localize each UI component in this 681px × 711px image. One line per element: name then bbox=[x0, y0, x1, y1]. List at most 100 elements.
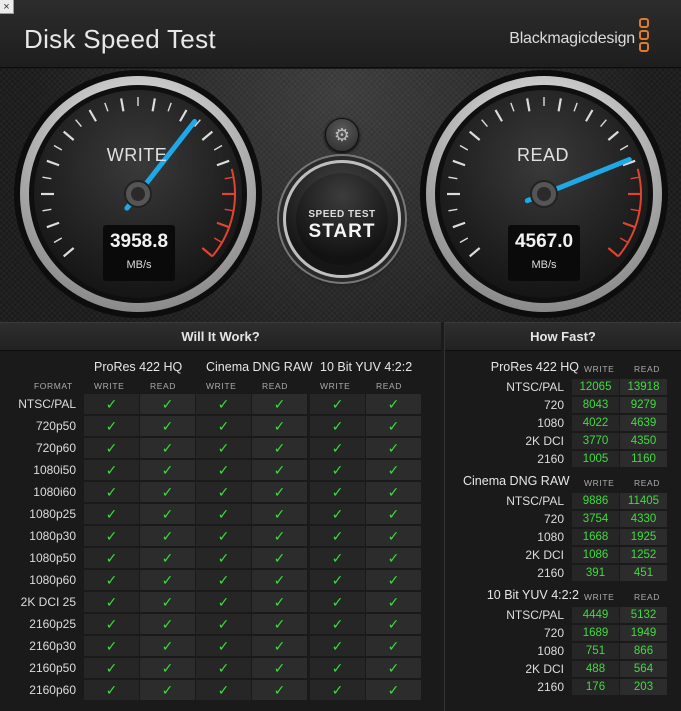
check-mark-icon: ✓ bbox=[196, 504, 251, 524]
read-speed-value: 4567.0 bbox=[514, 231, 574, 252]
check-mark-icon: ✓ bbox=[84, 504, 139, 524]
check-mark-icon: ✓ bbox=[310, 570, 365, 590]
write-gauge-hub-center bbox=[131, 187, 145, 201]
format-row-label: 720p60 bbox=[35, 441, 76, 455]
write-fps-value: 3770 bbox=[572, 433, 619, 449]
format-row-label: 2160p60 bbox=[29, 683, 76, 697]
check-mark-icon: ✓ bbox=[84, 636, 139, 656]
check-mark-icon: ✓ bbox=[252, 592, 307, 612]
resolution-label: 2K DCI bbox=[525, 662, 564, 676]
check-mark-icon: ✓ bbox=[196, 636, 251, 656]
check-mark-icon: ✓ bbox=[196, 394, 251, 414]
read-fps-value: 9279 bbox=[620, 397, 667, 413]
check-mark-icon: ✓ bbox=[310, 680, 365, 700]
check-mark-icon: ✓ bbox=[196, 592, 251, 612]
check-mark-icon: ✓ bbox=[140, 592, 195, 612]
write-fps-value: 1668 bbox=[572, 529, 619, 545]
how-fast-title: How Fast? bbox=[445, 323, 681, 351]
start-button[interactable]: SPEED TEST START bbox=[283, 160, 401, 278]
read-fps-value: 4350 bbox=[620, 433, 667, 449]
read-fps-value: 1949 bbox=[620, 625, 667, 641]
check-mark-icon: ✓ bbox=[252, 614, 307, 634]
write-readout: 3958.8 MB/s bbox=[103, 225, 175, 281]
check-mark-icon: ✓ bbox=[310, 504, 365, 524]
check-mark-icon: ✓ bbox=[252, 438, 307, 458]
read-gauge-label: READ bbox=[516, 145, 569, 165]
resolution-label: NTSC/PAL bbox=[506, 494, 564, 508]
check-mark-icon: ✓ bbox=[366, 504, 421, 524]
check-mark-icon: ✓ bbox=[196, 438, 251, 458]
will-it-work-panel: Will It Work? ProRes 422 HQ WRITE READ Cine… bbox=[0, 322, 441, 711]
write-fps-value: 8043 bbox=[572, 397, 619, 413]
check-mark-icon: ✓ bbox=[196, 658, 251, 678]
check-mark-icon: ✓ bbox=[84, 570, 139, 590]
read-fps-value: 4639 bbox=[620, 415, 667, 431]
write-column-header: WRITE bbox=[584, 364, 615, 374]
check-mark-icon: ✓ bbox=[196, 680, 251, 700]
check-mark-icon: ✓ bbox=[84, 680, 139, 700]
read-gauge bbox=[420, 70, 668, 318]
format-group-title: 10 Bit YUV 4:2:2 bbox=[320, 360, 413, 374]
check-mark-icon: ✓ bbox=[366, 460, 421, 480]
check-mark-icon: ✓ bbox=[310, 416, 365, 436]
check-mark-icon: ✓ bbox=[366, 570, 421, 590]
read-column-header: READ bbox=[634, 592, 661, 602]
check-mark-icon: ✓ bbox=[366, 482, 421, 502]
format-row-label: 1080i60 bbox=[33, 485, 76, 499]
check-mark-icon: ✓ bbox=[366, 636, 421, 656]
read-fps-value: 866 bbox=[620, 643, 667, 659]
check-mark-icon: ✓ bbox=[252, 570, 307, 590]
format-row-label: 720p50 bbox=[35, 419, 76, 433]
check-mark-icon: ✓ bbox=[84, 526, 139, 546]
write-column-header: WRITE bbox=[206, 381, 237, 391]
write-fps-value: 9886 bbox=[572, 493, 619, 509]
check-mark-icon: ✓ bbox=[140, 570, 195, 590]
settings-button[interactable]: ⚙ bbox=[325, 118, 359, 152]
read-fps-value: 203 bbox=[620, 679, 667, 695]
read-speed-unit: MB/s bbox=[531, 259, 557, 271]
will-it-work-table: ProRes 422 HQ WRITE READ Cinema DNG RAW WRIT… bbox=[0, 352, 441, 711]
close-icon[interactable]: × bbox=[0, 0, 14, 14]
format-row-label: 2K DCI 25 bbox=[20, 595, 76, 609]
resolution-label: 2160 bbox=[537, 566, 564, 580]
check-mark-icon: ✓ bbox=[140, 658, 195, 678]
check-mark-icon: ✓ bbox=[84, 548, 139, 568]
write-fps-value: 488 bbox=[572, 661, 619, 677]
read-fps-value: 451 bbox=[620, 565, 667, 581]
title-bar: × Disk Speed Test Blackmagicdesign bbox=[0, 0, 681, 68]
check-mark-icon: ✓ bbox=[252, 658, 307, 678]
check-mark-icon: ✓ bbox=[252, 394, 307, 414]
write-fps-value: 391 bbox=[572, 565, 619, 581]
write-fps-value: 3754 bbox=[572, 511, 619, 527]
check-mark-icon: ✓ bbox=[84, 416, 139, 436]
check-mark-icon: ✓ bbox=[140, 460, 195, 480]
gear-icon: ⚙ bbox=[333, 125, 351, 145]
resolution-label: 720 bbox=[543, 626, 564, 640]
format-row-label: 1080p25 bbox=[29, 507, 76, 521]
check-mark-icon: ✓ bbox=[366, 658, 421, 678]
resolution-label: 2160 bbox=[537, 680, 564, 694]
read-readout: 4567.0 MB/s bbox=[508, 225, 580, 281]
check-mark-icon: ✓ bbox=[84, 460, 139, 480]
start-button-caption: SPEED TEST bbox=[308, 209, 376, 220]
start-button-label: START bbox=[308, 221, 376, 242]
format-row-label: 2160p30 bbox=[29, 639, 76, 653]
check-mark-icon: ✓ bbox=[310, 592, 365, 612]
write-column-header: WRITE bbox=[320, 381, 351, 391]
write-fps-value: 1086 bbox=[572, 547, 619, 563]
format-group-title: Cinema DNG RAW bbox=[206, 360, 313, 374]
write-fps-value: 4449 bbox=[572, 607, 619, 623]
check-mark-icon: ✓ bbox=[252, 460, 307, 480]
read-fps-value: 1252 bbox=[620, 547, 667, 563]
read-column-header: READ bbox=[262, 381, 289, 391]
check-mark-icon: ✓ bbox=[140, 438, 195, 458]
check-mark-icon: ✓ bbox=[140, 636, 195, 656]
read-column-header: READ bbox=[150, 381, 177, 391]
how-fast-panel: How Fast? ProRes 422 HQ WRITE READ NTSC/PAL… bbox=[444, 322, 681, 711]
write-fps-value: 12065 bbox=[572, 379, 619, 395]
write-gauge-label: WRITE bbox=[106, 145, 168, 165]
check-mark-icon: ✓ bbox=[196, 570, 251, 590]
resolution-label: 720 bbox=[543, 398, 564, 412]
check-mark-icon: ✓ bbox=[366, 548, 421, 568]
speed-section-title: 10 Bit YUV 4:2:2 bbox=[486, 588, 579, 602]
